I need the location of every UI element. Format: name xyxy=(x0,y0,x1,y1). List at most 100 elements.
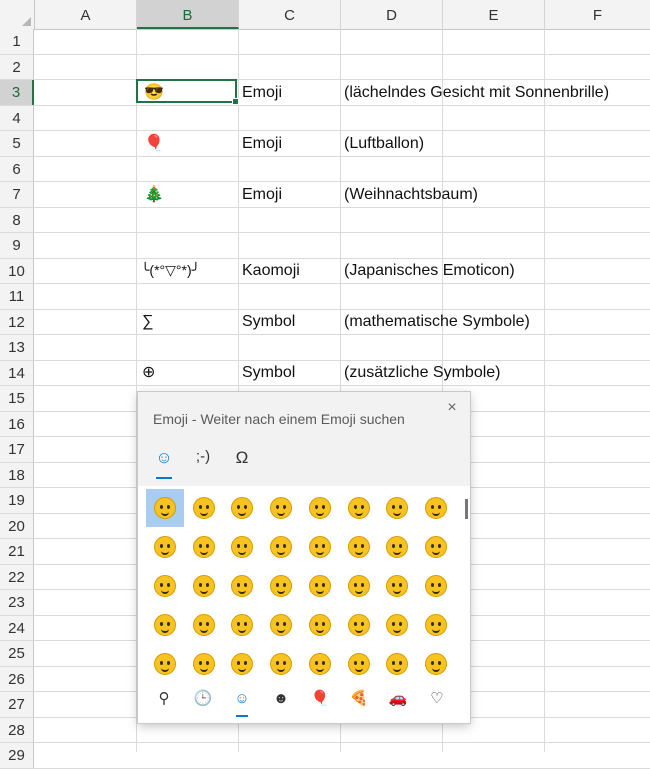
emoji-item[interactable] xyxy=(185,528,223,566)
emoji-item[interactable] xyxy=(378,528,416,566)
row-header-9[interactable]: 9 xyxy=(0,233,34,258)
emoji-item[interactable] xyxy=(340,606,378,644)
row-header-15[interactable]: 15 xyxy=(0,386,34,411)
emoji-item[interactable] xyxy=(417,606,455,644)
cell-d7[interactable]: (Weihnachtsbaum) xyxy=(344,182,478,207)
row-header-16[interactable]: 16 xyxy=(0,411,34,436)
emoji-item[interactable] xyxy=(378,489,416,527)
emoji-item[interactable] xyxy=(301,489,339,527)
cell-d12[interactable]: (mathematische Symbole) xyxy=(344,309,530,334)
emoji-item[interactable] xyxy=(262,567,300,605)
emoji-item[interactable] xyxy=(417,567,455,605)
emoji-item[interactable] xyxy=(146,489,184,527)
cell-d10[interactable]: (Japanisches Emoticon) xyxy=(344,258,515,283)
emoji-item[interactable] xyxy=(378,606,416,644)
row-header-28[interactable]: 28 xyxy=(0,717,34,742)
col-header-b[interactable]: B xyxy=(137,0,239,29)
cell-d5[interactable]: (Luftballon) xyxy=(344,131,424,156)
row-header-23[interactable]: 23 xyxy=(0,590,34,615)
heart-icon[interactable]: ♡ xyxy=(423,687,451,711)
cell-b12[interactable]: ∑ xyxy=(142,309,153,334)
emoji-item[interactable] xyxy=(340,528,378,566)
smiley-icon[interactable]: ☺ xyxy=(228,687,256,717)
row-header-3[interactable]: 3 xyxy=(0,80,34,105)
cell-d3[interactable]: (lächelndes Gesicht mit Sonnenbrille) xyxy=(344,80,609,105)
scrollbar[interactable] xyxy=(465,499,468,519)
emoji-item[interactable] xyxy=(223,528,261,566)
cell-c3[interactable]: Emoji xyxy=(242,80,282,105)
emoji-item[interactable] xyxy=(223,567,261,605)
search-icon[interactable]: ⚲ xyxy=(150,687,178,711)
row-header-7[interactable]: 7 xyxy=(0,182,34,207)
row-header-25[interactable]: 25 xyxy=(0,641,34,666)
emoji-item[interactable] xyxy=(417,645,455,683)
col-header-f[interactable]: F xyxy=(545,0,650,29)
tab-kaomoji[interactable]: ;-) xyxy=(188,448,218,474)
cell-d14[interactable]: (zusätzliche Symbole) xyxy=(344,360,501,385)
recent-icon[interactable]: 🕒 xyxy=(189,687,217,711)
row-header-29[interactable]: 29 xyxy=(0,743,34,768)
row-header-12[interactable]: 12 xyxy=(0,309,34,334)
row-header-19[interactable]: 19 xyxy=(0,488,34,513)
row-header-4[interactable]: 4 xyxy=(0,105,34,130)
emoji-item[interactable] xyxy=(301,528,339,566)
people-icon[interactable]: ☻ xyxy=(267,687,295,711)
tab-symbols[interactable]: Ω xyxy=(227,448,257,474)
row-header-18[interactable]: 18 xyxy=(0,462,34,487)
cell-c5[interactable]: Emoji xyxy=(242,131,282,156)
col-header-c[interactable]: C xyxy=(239,0,341,29)
emoji-item[interactable] xyxy=(223,489,261,527)
select-all-corner[interactable] xyxy=(0,0,35,29)
cell-c14[interactable]: Symbol xyxy=(242,360,295,385)
cell-b5[interactable]: 🎈 xyxy=(144,131,164,156)
row-header-2[interactable]: 2 xyxy=(0,54,34,79)
cell-b14[interactable]: ⊕ xyxy=(142,360,155,385)
row-header-26[interactable]: 26 xyxy=(0,666,34,691)
emoji-item[interactable] xyxy=(262,528,300,566)
col-header-a[interactable]: A xyxy=(35,0,137,29)
row-header-6[interactable]: 6 xyxy=(0,156,34,181)
emoji-item[interactable] xyxy=(185,645,223,683)
row-header-21[interactable]: 21 xyxy=(0,539,34,564)
row-header-5[interactable]: 5 xyxy=(0,131,34,156)
col-header-e[interactable]: E xyxy=(443,0,545,29)
cell-b7[interactable]: 🎄 xyxy=(144,182,164,207)
emoji-item[interactable] xyxy=(417,528,455,566)
emoji-item[interactable] xyxy=(301,567,339,605)
emoji-item[interactable] xyxy=(378,567,416,605)
cell-b10[interactable]: ╰(*°▽°*)╯ xyxy=(141,258,200,283)
cell-c12[interactable]: Symbol xyxy=(242,309,295,334)
tab-emoji[interactable]: ☺ xyxy=(149,448,179,479)
emoji-item[interactable] xyxy=(146,645,184,683)
row-header-1[interactable]: 1 xyxy=(0,29,34,54)
emoji-item[interactable] xyxy=(340,489,378,527)
row-header-20[interactable]: 20 xyxy=(0,513,34,538)
emoji-item[interactable] xyxy=(185,489,223,527)
emoji-item[interactable] xyxy=(146,606,184,644)
emoji-item[interactable] xyxy=(185,606,223,644)
balloon-icon[interactable]: 🎈 xyxy=(306,687,334,711)
row-header-24[interactable]: 24 xyxy=(0,615,34,640)
cell-c7[interactable]: Emoji xyxy=(242,182,282,207)
row-header-11[interactable]: 11 xyxy=(0,284,34,309)
close-button[interactable]: × xyxy=(442,398,462,418)
row-header-13[interactable]: 13 xyxy=(0,335,34,360)
emoji-item[interactable] xyxy=(223,645,261,683)
emoji-item[interactable] xyxy=(301,645,339,683)
emoji-item[interactable] xyxy=(301,606,339,644)
emoji-item[interactable] xyxy=(340,567,378,605)
emoji-item[interactable] xyxy=(223,606,261,644)
emoji-item[interactable] xyxy=(146,567,184,605)
emoji-item[interactable] xyxy=(185,567,223,605)
emoji-item[interactable] xyxy=(417,489,455,527)
emoji-item[interactable] xyxy=(340,645,378,683)
row-header-27[interactable]: 27 xyxy=(0,692,34,717)
row-header-10[interactable]: 10 xyxy=(0,258,34,283)
emoji-item[interactable] xyxy=(378,645,416,683)
emoji-search-prompt[interactable]: Emoji - Weiter nach einem Emoji suchen xyxy=(153,411,405,427)
emoji-item[interactable] xyxy=(262,645,300,683)
row-header-17[interactable]: 17 xyxy=(0,437,34,462)
car-icon[interactable]: 🚗 xyxy=(384,687,412,711)
row-header-22[interactable]: 22 xyxy=(0,564,34,589)
emoji-item[interactable] xyxy=(262,489,300,527)
